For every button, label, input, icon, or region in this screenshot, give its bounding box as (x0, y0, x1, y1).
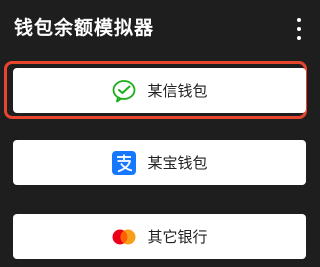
wechat-wallet-label: 某信钱包 (147, 81, 208, 100)
wechat-wallet-button[interactable]: 某信钱包 (13, 68, 306, 113)
other-bank-button[interactable]: 其它银行 (13, 214, 306, 259)
alipay-wallet-button[interactable]: 某宝钱包 (13, 140, 306, 185)
alipay-icon (111, 150, 137, 176)
more-vert-icon-dot (297, 27, 301, 31)
alipay-wallet-label: 某宝钱包 (147, 153, 208, 172)
page-title: 钱包余额模拟器 (14, 17, 155, 39)
app-screen: 钱包余额模拟器 某信钱包 某宝钱包 其它银行 (0, 0, 320, 267)
more-vert-icon-dot (297, 36, 301, 40)
top-bar: 钱包余额模拟器 (0, 0, 320, 58)
other-bank-label: 其它银行 (147, 227, 208, 246)
mastercard-icon (111, 224, 137, 250)
wechat-pay-icon (111, 78, 137, 104)
more-vert-icon (297, 18, 301, 22)
more-menu-button[interactable] (294, 18, 304, 40)
